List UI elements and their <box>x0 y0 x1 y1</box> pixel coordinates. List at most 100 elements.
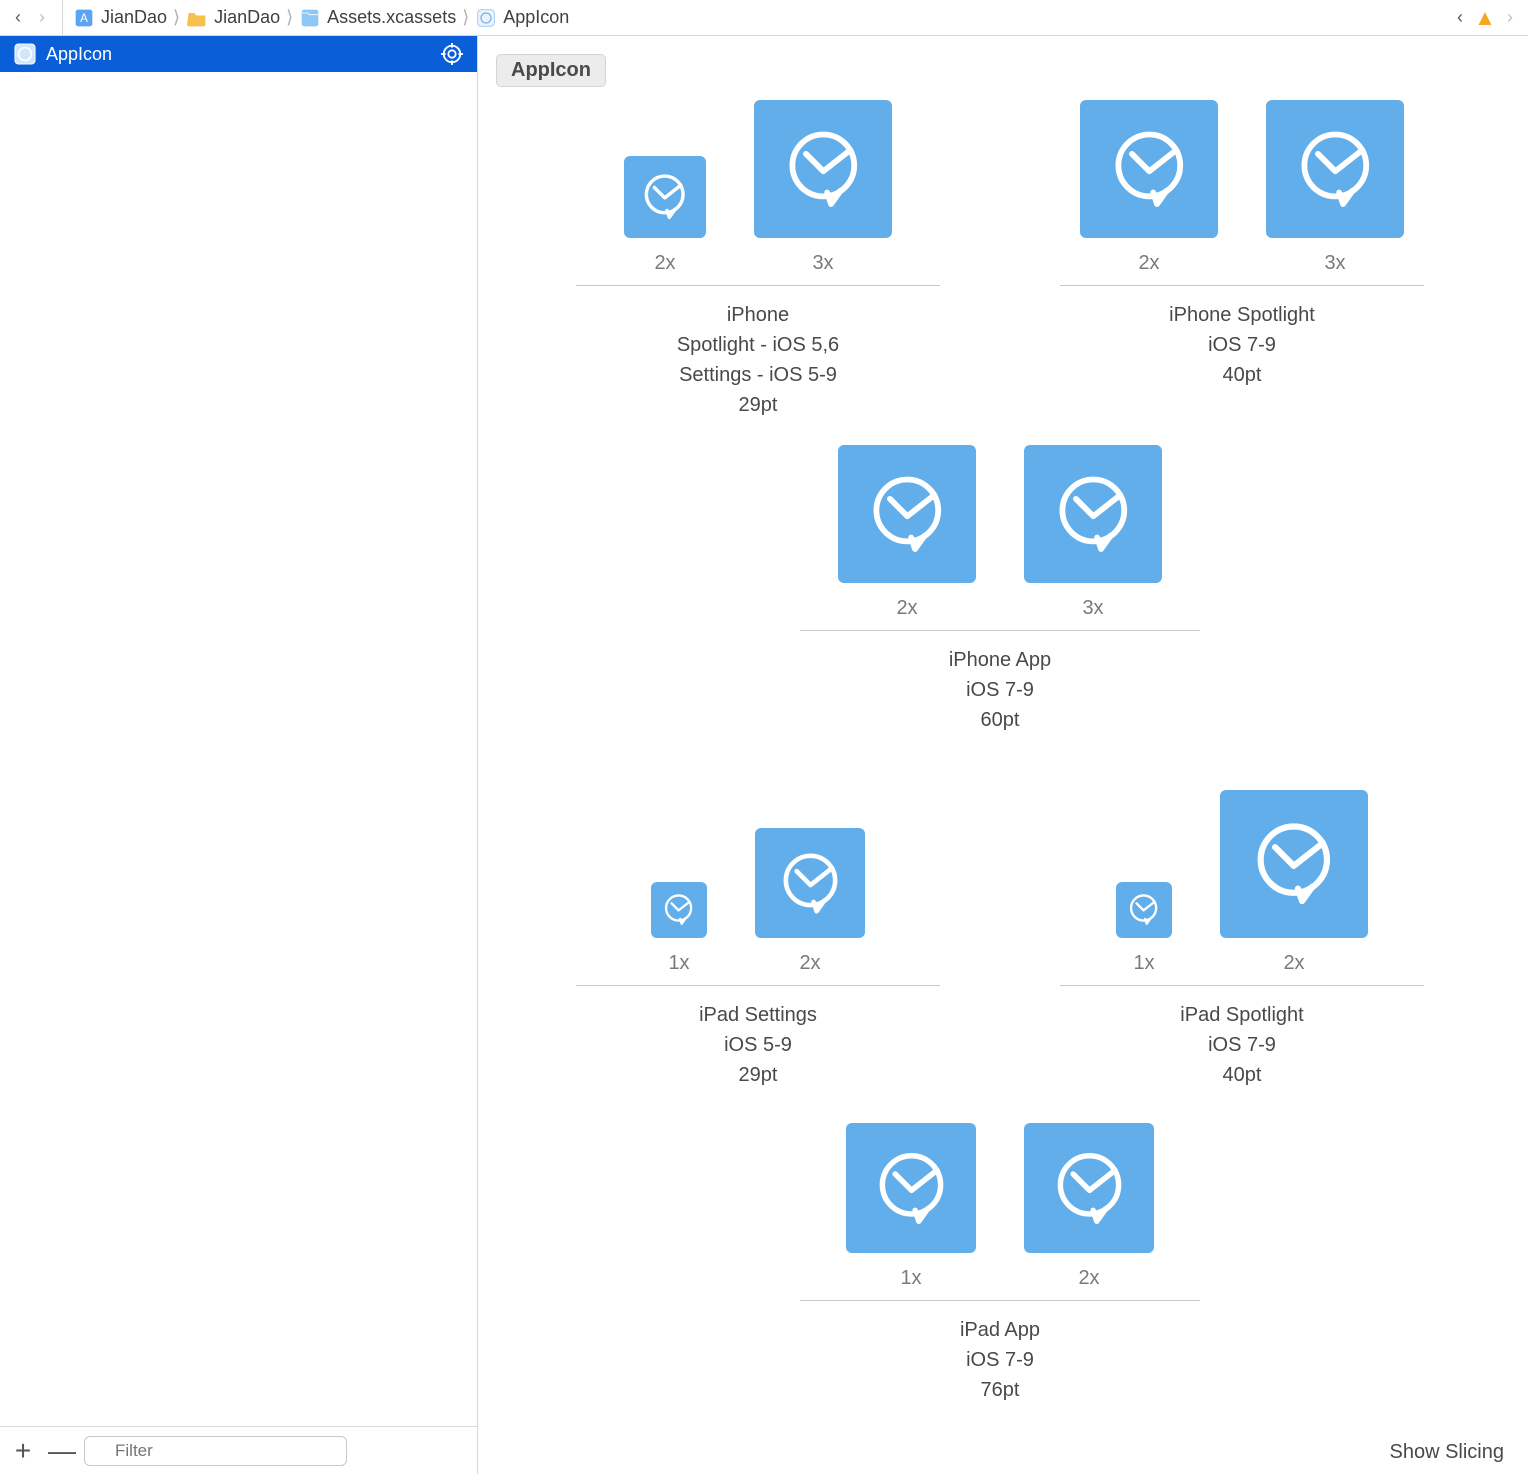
icon-group: 2x 3x iPhone SpotlightiOS 7-940pt <box>1020 105 1464 420</box>
breadcrumb-bar: ‹ › AJianDao⟩JianDao⟩Assets.xcassets⟩App… <box>0 0 1528 36</box>
breadcrumb-item[interactable]: Assets.xcassets <box>295 7 460 29</box>
target-icon <box>441 43 463 65</box>
scale-label: 2x <box>1078 1267 1099 1290</box>
group-divider <box>800 1300 1200 1301</box>
icon-slot[interactable]: 2x <box>1220 790 1368 975</box>
asset-list: AppIcon <box>0 36 477 1426</box>
icon-group: 1x 2x iPad SettingsiOS 5-929pt <box>536 765 980 1090</box>
nav-forward-button[interactable]: › <box>30 7 54 28</box>
icon-slot[interactable]: 1x <box>1116 882 1172 975</box>
breadcrumb-item[interactable]: A JianDao <box>69 7 171 29</box>
breadcrumb-nav: ‹ › <box>6 0 63 35</box>
scale-label: 3x <box>1082 597 1103 620</box>
group-description: iPhone AppiOS 7-960pt <box>760 645 1240 735</box>
group-description: iPad AppiOS 7-976pt <box>760 1315 1240 1405</box>
show-slicing-button[interactable]: Show Slicing <box>1389 1441 1504 1464</box>
group-description: iPhone SpotlightiOS 7-940pt <box>1020 300 1464 390</box>
icon-slot[interactable]: 2x <box>624 156 706 275</box>
appicon-image <box>754 100 892 238</box>
icon-slot[interactable]: 3x <box>754 100 892 275</box>
icon-group: 2x 3x iPhone AppiOS 7-960pt <box>760 450 1240 735</box>
scale-label: 2x <box>1138 252 1159 275</box>
breadcrumb-separator: ⟩ <box>171 7 182 28</box>
icon-slots: 1x 2x <box>760 1120 1240 1290</box>
icon-slot[interactable]: 2x <box>838 445 976 620</box>
main-split: AppIcon + — AppIcon 2x 3x iPhoneSpotlight … <box>0 36 1528 1474</box>
folder-icon <box>186 7 208 29</box>
appicon-image <box>838 445 976 583</box>
scale-label: 3x <box>1324 252 1345 275</box>
filter-input[interactable] <box>84 1436 347 1466</box>
group-description: iPad SettingsiOS 5-929pt <box>536 1000 980 1090</box>
breadcrumb-separator: ⟩ <box>284 7 295 28</box>
svg-text:A: A <box>80 12 88 25</box>
icon-slot[interactable]: 1x <box>651 882 707 975</box>
add-asset-button[interactable]: + <box>12 1437 34 1465</box>
scale-label: 2x <box>654 252 675 275</box>
scale-label: 1x <box>1133 952 1154 975</box>
scale-label: 2x <box>896 597 917 620</box>
appicon-image <box>1024 445 1162 583</box>
appicon-image <box>624 156 706 238</box>
breadcrumb-label: AppIcon <box>503 7 569 28</box>
appicon-image <box>1220 790 1368 938</box>
set-title[interactable]: AppIcon <box>496 54 606 87</box>
icon-slot[interactable]: 3x <box>1266 100 1404 275</box>
icon-slot[interactable]: 2x <box>1024 1123 1154 1290</box>
breadcrumb-separator: ⟩ <box>460 7 471 28</box>
appicon-image <box>1116 882 1172 938</box>
icon-slots: 2x 3x <box>1020 105 1464 275</box>
appicon-icon <box>475 7 497 29</box>
group-divider <box>1060 985 1424 986</box>
icon-slots: 1x 2x <box>536 765 980 975</box>
icon-group: 1x 2x iPad SpotlightiOS 7-940pt <box>1020 765 1464 1090</box>
warning-icon[interactable]: ▲ <box>1474 7 1496 29</box>
scale-label: 2x <box>1283 952 1304 975</box>
proj-icon: A <box>73 7 95 29</box>
sidebar-item-label: AppIcon <box>46 44 112 65</box>
group-description: iPad SpotlightiOS 7-940pt <box>1020 1000 1464 1090</box>
breadcrumb-label: JianDao <box>214 7 280 28</box>
icon-slot[interactable]: 2x <box>755 828 865 975</box>
sidebar-item-appicon[interactable]: AppIcon <box>0 36 477 72</box>
appicon-image <box>755 828 865 938</box>
appicon-icon <box>14 43 36 65</box>
group-divider <box>576 985 940 986</box>
sidebar-footer: + — <box>0 1426 477 1474</box>
remove-asset-button[interactable]: — <box>48 1437 70 1465</box>
group-divider <box>576 285 940 286</box>
appicon-editor: AppIcon 2x 3x iPhoneSpotlight - iOS 5,6Set… <box>478 36 1528 1474</box>
nav-right-back[interactable]: ‹ <box>1448 7 1472 28</box>
group-divider <box>800 630 1200 631</box>
appicon-image <box>651 882 707 938</box>
appicon-image <box>1080 100 1218 238</box>
assets-icon <box>299 7 321 29</box>
group-divider <box>1060 285 1424 286</box>
scale-label: 3x <box>812 252 833 275</box>
breadcrumb-label: JianDao <box>101 7 167 28</box>
scale-label: 2x <box>799 952 820 975</box>
icon-slot[interactable]: 1x <box>846 1123 976 1290</box>
icon-slot[interactable]: 3x <box>1024 445 1162 620</box>
icon-group: 2x 3x iPhoneSpotlight - iOS 5,6Settings - … <box>536 105 980 420</box>
icon-slots: 2x 3x <box>760 450 1240 620</box>
icon-group: 1x 2x iPad AppiOS 7-976pt <box>760 1120 1240 1405</box>
group-description: iPhoneSpotlight - iOS 5,6Settings - iOS … <box>536 300 980 420</box>
icon-group-row: 1x 2x iPad SettingsiOS 5-929pt 1x 2x iPad Spo… <box>536 765 1464 1090</box>
breadcrumb-item[interactable]: AppIcon <box>471 7 573 29</box>
icon-group-row: 1x 2x iPad AppiOS 7-976pt <box>536 1120 1464 1405</box>
icon-group-row: 2x 3x iPhone AppiOS 7-960pt <box>536 450 1464 735</box>
appicon-image <box>846 1123 976 1253</box>
nav-right-forward[interactable]: › <box>1498 7 1522 28</box>
breadcrumb-item[interactable]: JianDao <box>182 7 284 29</box>
scale-label: 1x <box>668 952 689 975</box>
icon-slots: 2x 3x <box>536 105 980 275</box>
icon-slot[interactable]: 2x <box>1080 100 1218 275</box>
appicon-image <box>1266 100 1404 238</box>
appicon-image <box>1024 1123 1154 1253</box>
breadcrumb-label: Assets.xcassets <box>327 7 456 28</box>
icon-slots: 1x 2x <box>1020 765 1464 975</box>
sidebar: AppIcon + — <box>0 36 478 1474</box>
nav-back-button[interactable]: ‹ <box>6 7 30 28</box>
scale-label: 1x <box>900 1267 921 1290</box>
